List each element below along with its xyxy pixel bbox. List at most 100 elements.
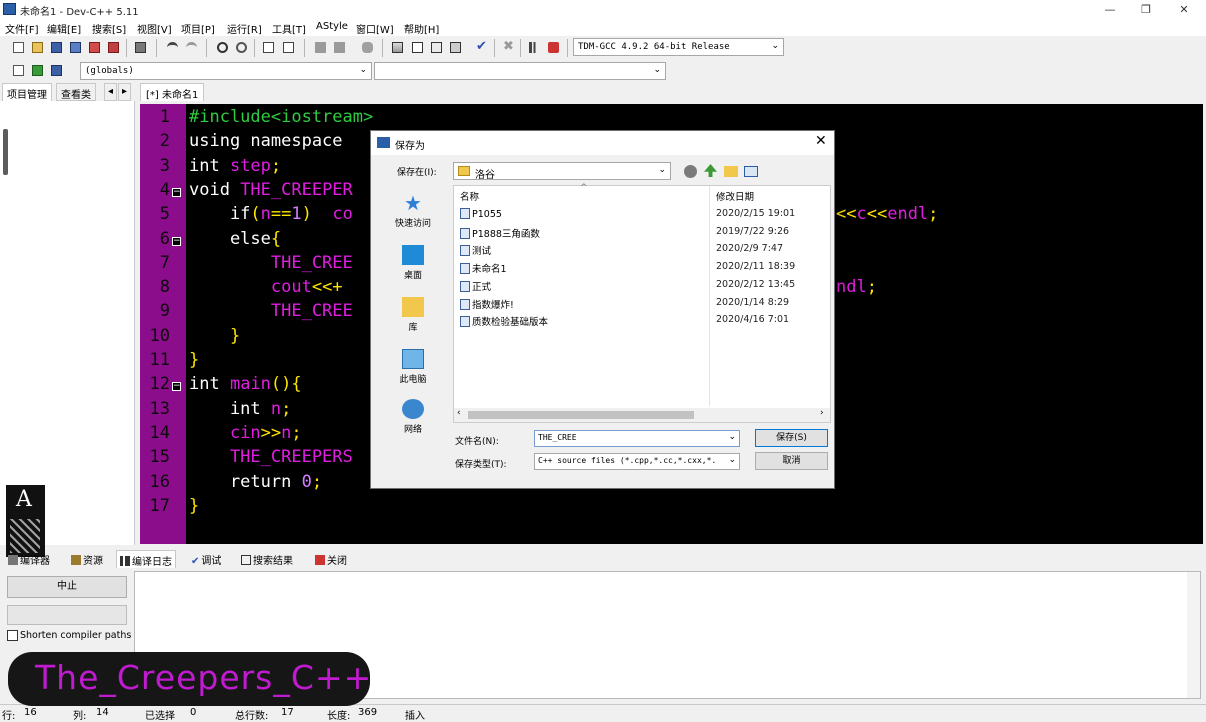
file-row[interactable]: 指数爆炸! bbox=[460, 297, 514, 311]
tab-untitled1[interactable]: [*] 未命名1 bbox=[140, 83, 205, 101]
indent-icon[interactable] bbox=[280, 39, 297, 56]
column-date-header[interactable]: 修改日期 bbox=[716, 189, 754, 203]
menu-window[interactable]: 窗口[W] bbox=[356, 21, 394, 36]
file-list[interactable]: 名称 ^ 修改日期 P1055 2020/2/15 19:01 P1888三角函数 2… bbox=[453, 183, 831, 423]
goto-icon[interactable] bbox=[29, 62, 46, 79]
insert-icon[interactable] bbox=[10, 62, 27, 79]
scroll-right-icon[interactable]: › bbox=[820, 408, 824, 418]
scrollbar-thumb[interactable] bbox=[468, 411, 694, 419]
tab-classes[interactable]: 查看类 bbox=[56, 83, 96, 101]
place-libraries[interactable]: 库 bbox=[385, 297, 441, 333]
compile-icon[interactable] bbox=[389, 39, 406, 56]
dialog-title: 保存为 bbox=[395, 141, 425, 152]
file-row[interactable]: P1888三角函数 bbox=[460, 226, 540, 240]
project-options-icon[interactable] bbox=[359, 39, 376, 56]
cpp-file-icon bbox=[460, 227, 470, 239]
syntax-check-icon[interactable]: ✔ bbox=[473, 39, 490, 56]
close-all-button[interactable] bbox=[105, 39, 122, 56]
print-icon[interactable] bbox=[132, 39, 149, 56]
close-file-button[interactable] bbox=[86, 39, 103, 56]
project-add-icon[interactable] bbox=[312, 39, 329, 56]
code-line: THE_CREE bbox=[189, 253, 353, 273]
dialog-save-button[interactable]: 保存(S) bbox=[755, 429, 828, 447]
undo-icon[interactable] bbox=[164, 39, 181, 56]
place-quick-access[interactable]: ★ 快速访问 bbox=[385, 193, 441, 229]
chevron-down-icon: ⌄ bbox=[728, 455, 736, 465]
fold-toggle-icon[interactable]: − bbox=[172, 236, 181, 246]
check-icon: ✔ bbox=[191, 556, 200, 567]
tab-nav-prev[interactable]: ◂ bbox=[104, 83, 118, 101]
chart-icon[interactable] bbox=[526, 39, 543, 56]
dialog-close-icon[interactable]: ✕ bbox=[815, 133, 827, 149]
tab-debug[interactable]: ✔ 调试 bbox=[188, 550, 224, 568]
panel-splitter-handle[interactable] bbox=[3, 129, 8, 175]
up-folder-icon[interactable] bbox=[704, 164, 717, 177]
menu-edit[interactable]: 编辑[E] bbox=[47, 21, 81, 36]
menu-help[interactable]: 帮助[H] bbox=[404, 21, 439, 36]
place-network[interactable]: 网络 bbox=[385, 399, 441, 435]
file-row[interactable]: P1055 bbox=[460, 208, 502, 220]
line-number: 15 bbox=[149, 447, 170, 468]
scroll-left-icon[interactable]: ‹ bbox=[457, 408, 461, 418]
replace-icon[interactable] bbox=[233, 39, 250, 56]
tab-resources[interactable]: 资源 bbox=[68, 550, 106, 568]
tab-close[interactable]: 关闭 bbox=[312, 550, 350, 568]
menu-project[interactable]: 项目[P] bbox=[181, 21, 215, 36]
menu-view[interactable]: 视图[V] bbox=[137, 21, 172, 36]
tab-project[interactable]: 项目管理 bbox=[2, 83, 52, 101]
member-select[interactable]: ⌄ bbox=[374, 62, 666, 80]
dialog-cancel-button[interactable]: 取消 bbox=[755, 452, 828, 470]
shorten-paths-checkbox[interactable] bbox=[7, 630, 18, 641]
minimize-button[interactable]: — bbox=[1092, 0, 1128, 19]
abort-button[interactable]: 中止 bbox=[7, 576, 127, 598]
status-length: 369 bbox=[358, 707, 378, 718]
column-name-header[interactable]: 名称 bbox=[460, 189, 479, 203]
scope-select[interactable]: (globals) ⌄ bbox=[80, 62, 372, 80]
code-token: if bbox=[189, 204, 251, 225]
rebuild-icon[interactable] bbox=[447, 39, 464, 56]
profile-icon[interactable] bbox=[545, 39, 562, 56]
tab-nav-next[interactable]: ▸ bbox=[118, 83, 132, 101]
fold-toggle-icon[interactable]: − bbox=[172, 187, 181, 197]
file-row[interactable]: 质数检验基础版本 bbox=[460, 314, 548, 328]
fold-toggle-icon[interactable]: − bbox=[172, 382, 181, 392]
menu-tools[interactable]: 工具[T] bbox=[272, 21, 306, 36]
find-icon[interactable] bbox=[214, 39, 231, 56]
class-toolbar: (globals) ⌄ ⌄ bbox=[0, 60, 1206, 82]
back-icon[interactable] bbox=[684, 165, 697, 178]
filename-input[interactable]: THE_CREE ⌄ bbox=[534, 430, 740, 447]
log-scrollbar[interactable] bbox=[1187, 572, 1200, 698]
save-button[interactable] bbox=[48, 39, 65, 56]
file-name: P1055 bbox=[472, 209, 502, 220]
file-row[interactable]: 未命名1 bbox=[460, 261, 507, 275]
place-this-pc[interactable]: 此电脑 bbox=[385, 349, 441, 385]
compiler-select[interactable]: TDM-GCC 4.9.2 64-bit Release ⌄ bbox=[573, 38, 784, 56]
file-row[interactable]: 测试 bbox=[460, 243, 491, 257]
new-file-button[interactable] bbox=[10, 39, 27, 56]
save-in-select[interactable]: 洛谷 ⌄ bbox=[453, 162, 671, 181]
tab-compile-log[interactable]: 编译日志 bbox=[116, 550, 176, 568]
bookmark-icon[interactable] bbox=[48, 62, 65, 79]
tab-compiler[interactable]: 编译器 bbox=[5, 550, 53, 568]
run-icon[interactable] bbox=[409, 39, 426, 56]
tab-search-results[interactable]: 搜索结果 bbox=[238, 550, 296, 568]
file-row[interactable]: 正式 bbox=[460, 279, 491, 293]
maximize-button[interactable]: ❐ bbox=[1128, 0, 1164, 19]
menu-astyle[interactable]: AStyle bbox=[316, 21, 348, 32]
menu-search[interactable]: 搜索[S] bbox=[92, 21, 126, 36]
close-button[interactable]: ✕ bbox=[1166, 0, 1202, 19]
place-desktop[interactable]: 桌面 bbox=[385, 245, 441, 281]
stop-icon[interactable]: ✖ bbox=[500, 39, 517, 56]
new-folder-icon[interactable] bbox=[724, 166, 738, 177]
filetype-select[interactable]: C++ source files (*.cpp,*.cc,*.cxx,*. ⌄ bbox=[534, 453, 740, 470]
open-file-button[interactable] bbox=[29, 39, 46, 56]
compile-run-icon[interactable] bbox=[428, 39, 445, 56]
goto-line-icon[interactable] bbox=[260, 39, 277, 56]
menu-run[interactable]: 运行[R] bbox=[227, 21, 262, 36]
project-remove-icon[interactable] bbox=[331, 39, 348, 56]
horizontal-scrollbar[interactable]: ‹ › bbox=[454, 408, 830, 422]
view-menu-icon[interactable] bbox=[744, 166, 758, 177]
redo-icon[interactable] bbox=[183, 39, 200, 56]
menu-file[interactable]: 文件[F] bbox=[5, 21, 39, 36]
save-all-button[interactable] bbox=[67, 39, 84, 56]
